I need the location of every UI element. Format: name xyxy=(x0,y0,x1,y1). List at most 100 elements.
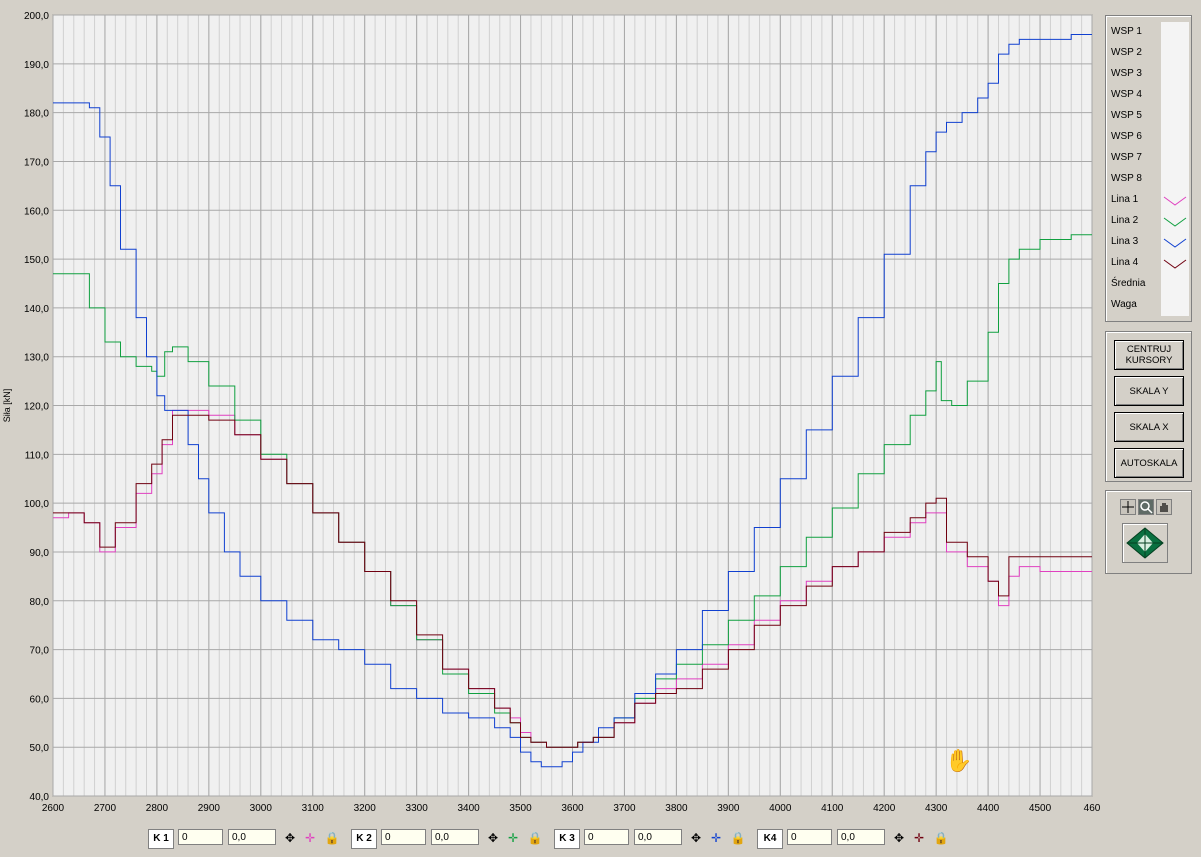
cursor-x-field[interactable]: 0 xyxy=(381,829,426,845)
legend-item[interactable]: Lina 3 xyxy=(1111,232,1189,253)
cursor-style-icon[interactable]: ✛ xyxy=(707,829,725,847)
x-tick-label: 4100 xyxy=(821,803,844,814)
legend-item[interactable]: WSP 7 xyxy=(1111,148,1189,169)
y-tick-label: 80,0 xyxy=(30,597,50,608)
cursor-style-icon[interactable]: ✛ xyxy=(910,829,928,847)
cursor-group: K 1 0 0,0 ✥ ✛ 🔒 xyxy=(148,828,348,849)
x-tick-label: 4300 xyxy=(925,803,948,814)
center-cursors-button[interactable]: CENTRUJ KURSORY xyxy=(1114,340,1184,370)
cursor-x-field[interactable]: 0 xyxy=(584,829,629,845)
x-tick-label: 3100 xyxy=(302,803,325,814)
x-tick-label: 3500 xyxy=(509,803,532,814)
autoscale-button[interactable]: AUTOSKALA xyxy=(1114,448,1184,478)
cursor-style-icon[interactable]: ✛ xyxy=(504,829,522,847)
legend-item[interactable]: Waga xyxy=(1111,295,1189,316)
legend-swatch xyxy=(1161,127,1189,148)
legend-swatch xyxy=(1161,148,1189,169)
zoom-tool-icon[interactable] xyxy=(1138,499,1154,515)
legend-swatch xyxy=(1161,190,1189,211)
crosshair-tool-icon[interactable] xyxy=(1120,499,1136,515)
y-tick-label: 120,0 xyxy=(24,402,49,413)
legend-item[interactable]: WSP 2 xyxy=(1111,43,1189,64)
cursor-move-icon[interactable]: ✥ xyxy=(890,829,908,847)
cursor-name-label: K 3 xyxy=(554,829,580,849)
cursor-lock-icon[interactable]: 🔒 xyxy=(526,829,544,847)
cursor-group: K4 0 0,0 ✥ ✛ 🔒 xyxy=(757,828,957,849)
x-tick-label: 4000 xyxy=(769,803,792,814)
legend-panel: WSP 1 WSP 2 WSP 3 WSP 4 WSP 5 WSP 6 WSP 7 WSP 8… xyxy=(1105,15,1192,322)
y-axis-label: Siła [kN] xyxy=(2,389,12,423)
x-tick-label: 2800 xyxy=(146,803,169,814)
cursor-x-field[interactable]: 0 xyxy=(178,829,223,845)
legend-swatch xyxy=(1161,106,1189,127)
legend-label: WSP 8 xyxy=(1111,173,1142,184)
legend-item[interactable]: Lina 4 xyxy=(1111,253,1189,274)
legend-label: Lina 2 xyxy=(1111,215,1139,226)
scale-x-button[interactable]: SKALA X xyxy=(1114,412,1184,442)
cursor-y-field[interactable]: 0,0 xyxy=(837,829,885,845)
legend-label: WSP 2 xyxy=(1111,47,1142,58)
y-tick-label: 140,0 xyxy=(24,304,49,315)
legend-swatch xyxy=(1161,43,1189,64)
legend-item[interactable]: WSP 6 xyxy=(1111,127,1189,148)
y-tick-label: 130,0 xyxy=(24,353,49,364)
legend-label: Waga xyxy=(1111,299,1137,310)
y-tick-label: 90,0 xyxy=(30,548,50,559)
y-tick-label: 180,0 xyxy=(24,109,49,120)
button-panel: CENTRUJ KURSORY SKALA Y SKALA X AUTOSKALA xyxy=(1105,331,1192,482)
legend-item[interactable]: WSP 1 xyxy=(1111,22,1189,43)
legend-item[interactable]: WSP 4 xyxy=(1111,85,1189,106)
cursor-name-label: K 1 xyxy=(148,829,174,849)
legend-label: Średnia xyxy=(1111,278,1146,289)
cursor-name-label: K4 xyxy=(757,829,783,849)
x-tick-label: 3200 xyxy=(354,803,377,814)
x-tick-label: 3300 xyxy=(406,803,429,814)
cursor-y-field[interactable]: 0,0 xyxy=(228,829,276,845)
cursor-y-field[interactable]: 0,0 xyxy=(431,829,479,845)
y-tick-label: 160,0 xyxy=(24,206,49,217)
x-tick-label: 3800 xyxy=(665,803,688,814)
cursor-move-icon[interactable]: ✥ xyxy=(687,829,705,847)
x-tick-label: 3400 xyxy=(457,803,480,814)
navigation-diamond-icon[interactable] xyxy=(1122,523,1168,563)
y-tick-label: 110,0 xyxy=(25,450,50,461)
cursor-x-field[interactable]: 0 xyxy=(787,829,832,845)
cursor-lock-icon[interactable]: 🔒 xyxy=(932,829,950,847)
legend-item[interactable]: Lina 2 xyxy=(1111,211,1189,232)
cursor-lock-icon[interactable]: 🔒 xyxy=(729,829,747,847)
legend-label: WSP 3 xyxy=(1111,68,1142,79)
cursor-style-icon[interactable]: ✛ xyxy=(301,829,319,847)
scale-y-button[interactable]: SKALA Y xyxy=(1114,376,1184,406)
y-tick-label: 60,0 xyxy=(30,694,50,705)
legend-item[interactable]: WSP 5 xyxy=(1111,106,1189,127)
y-tick-label: 40,0 xyxy=(30,792,50,803)
legend-label: Lina 3 xyxy=(1111,236,1139,247)
legend-label: WSP 7 xyxy=(1111,152,1142,163)
cursor-move-icon[interactable]: ✥ xyxy=(484,829,502,847)
pan-hand-tool-icon[interactable] xyxy=(1156,499,1172,515)
cursor-move-icon[interactable]: ✥ xyxy=(281,829,299,847)
legend-swatch xyxy=(1161,211,1189,232)
cursor-lock-icon[interactable]: 🔒 xyxy=(323,829,341,847)
x-tick-label: 4500 xyxy=(1029,803,1052,814)
legend-item[interactable]: WSP 8 xyxy=(1111,169,1189,190)
graph-tools-panel xyxy=(1105,490,1192,574)
cursor-y-field[interactable]: 0,0 xyxy=(634,829,682,845)
legend-item[interactable]: Średnia xyxy=(1111,274,1189,295)
y-tick-label: 200,0 xyxy=(24,11,49,22)
y-tick-label: 100,0 xyxy=(24,499,49,510)
legend-item[interactable]: Lina 1 xyxy=(1111,190,1189,211)
legend-item[interactable]: WSP 3 xyxy=(1111,64,1189,85)
cursor-group: K 3 0 0,0 ✥ ✛ 🔒 xyxy=(554,828,754,849)
chart[interactable]: 2600 2700 2800 2900 3000 3100 3200 3300 3400 3500… xyxy=(0,0,1100,828)
x-tick-label: 3900 xyxy=(717,803,740,814)
hand-pointer-icon: ✋ xyxy=(945,748,973,773)
cursor-control-bar: K 1 0 0,0 ✥ ✛ 🔒 K 2 0 0,0 ✥ ✛ 🔒 K 3 0 0,0 ✥ ✛ 🔒 K4 0 0,0 ✥ ✛ 🔒 xyxy=(148,828,953,849)
legend-label: WSP 4 xyxy=(1111,89,1142,100)
legend-swatch xyxy=(1161,274,1189,295)
legend-label: WSP 6 xyxy=(1111,131,1142,142)
cursor-name-label: K 2 xyxy=(351,829,377,849)
legend-swatch xyxy=(1161,295,1189,316)
legend-swatch xyxy=(1161,64,1189,85)
legend-label: WSP 5 xyxy=(1111,110,1142,121)
